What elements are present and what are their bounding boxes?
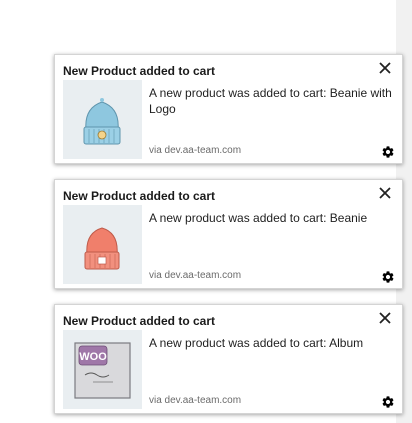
close-icon[interactable]	[377, 310, 393, 326]
gear-icon[interactable]	[381, 145, 395, 159]
notification-source: via dev.aa-team.com	[149, 270, 242, 281]
notification-message: A new product was added to cart: Album	[149, 336, 364, 350]
notification-source: via dev.aa-team.com	[149, 145, 242, 156]
gear-icon[interactable]	[381, 395, 395, 409]
notification-message: A new product was added to cart: Beanie …	[149, 86, 392, 116]
notification-title: New Product added to cart	[63, 64, 216, 78]
notification-message: A new product was added to cart: Beanie	[149, 211, 368, 225]
notification-stack: New Product added to cart A new product …	[0, 0, 412, 423]
close-icon[interactable]	[377, 185, 393, 201]
album-logo-text: WOO	[79, 351, 107, 363]
notification-card[interactable]: New Product added to cart A new product …	[54, 179, 403, 289]
album-thumbnail: WOO	[63, 330, 142, 409]
notification-title: New Product added to cart	[63, 189, 216, 203]
notification-card[interactable]: New Product added to cart A new product …	[54, 54, 403, 164]
close-icon[interactable]	[377, 60, 393, 76]
beanie-with-logo-thumbnail	[63, 80, 142, 159]
gear-icon[interactable]	[381, 270, 395, 284]
notification-source: via dev.aa-team.com	[149, 395, 242, 406]
beanie-thumbnail	[63, 205, 142, 284]
notification-title: New Product added to cart	[63, 314, 216, 328]
notification-card[interactable]: New Product added to cart WOO A new prod…	[54, 304, 403, 414]
